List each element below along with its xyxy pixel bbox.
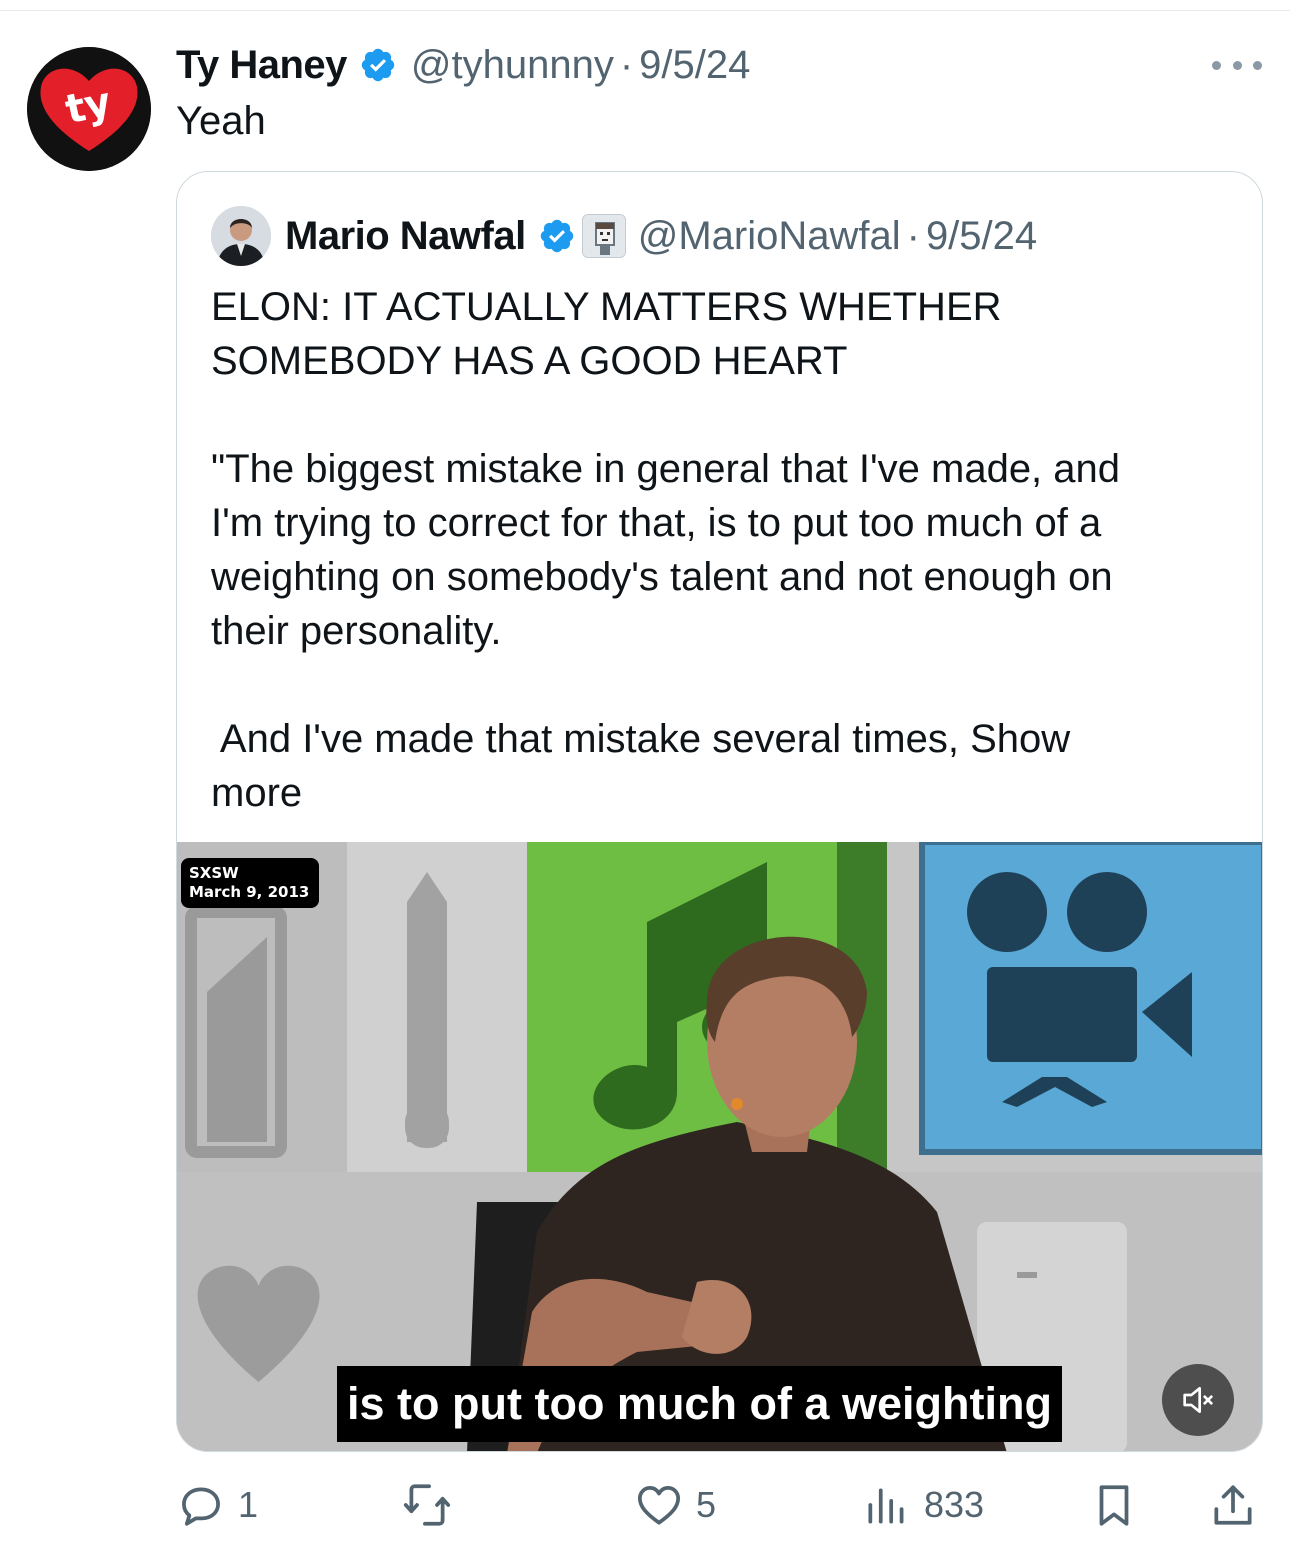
quote-line: "The biggest mistake in general that I'v…	[211, 447, 1121, 491]
views-chart-icon	[868, 1488, 904, 1524]
show-more-link[interactable]: Show	[970, 717, 1070, 761]
ty-logo-icon: ty	[27, 47, 151, 171]
person-avatar-icon	[211, 206, 271, 266]
reply-button[interactable]: 1	[176, 1470, 258, 1540]
view-count: 833	[924, 1484, 985, 1525]
bookmark-icon	[1099, 1485, 1129, 1526]
video-caption: is to put too much of a weighting	[337, 1366, 1062, 1442]
quoted-tweet-date[interactable]: 9/5/24	[926, 214, 1037, 259]
views-button[interactable]: 833	[862, 1470, 984, 1540]
quoted-tweet-card[interactable]: Mario Nawfal @MarioNawfal · 9/5/24 ELON:…	[176, 171, 1263, 1452]
more-dot-icon	[1212, 60, 1221, 70]
quoted-author-handle[interactable]: @MarioNawfal	[638, 214, 901, 259]
bookmark-button[interactable]	[1089, 1470, 1139, 1540]
mute-button[interactable]	[1162, 1364, 1234, 1436]
quoted-tweet-text: ELON: IT ACTUALLY MATTERS WHETHER SOMEBO…	[211, 280, 1231, 820]
quote-line: And I've made that mistake several times…	[211, 717, 959, 761]
share-button[interactable]	[1208, 1470, 1258, 1540]
quoted-tweet-header: Mario Nawfal @MarioNawfal · 9/5/24	[211, 206, 1037, 266]
tweet-date[interactable]: 9/5/24	[639, 43, 750, 88]
quote-line: weighting on somebody's talent and not e…	[211, 555, 1113, 599]
like-button[interactable]: 5	[634, 1470, 716, 1540]
more-dot-icon	[1253, 60, 1262, 70]
video-player[interactable]: SXSW March 9, 2013 is to put too much of…	[177, 842, 1262, 1451]
separator-dot: ·	[906, 213, 920, 258]
quote-line: I'm trying to correct for that, is to pu…	[211, 501, 1102, 545]
author-avatar[interactable]: ty	[27, 47, 151, 171]
tweet-action-bar: 1 5 833	[0, 1470, 1290, 1540]
headline-line: ELON: IT ACTUALLY MATTERS WHETHER	[211, 285, 1002, 329]
source-date: March 9, 2013	[189, 883, 310, 901]
more-options-button[interactable]	[1212, 50, 1262, 80]
headline-line: SOMEBODY HAS A GOOD HEART	[211, 339, 848, 383]
author-handle[interactable]: @tyhunnny	[411, 43, 614, 88]
like-count: 5	[696, 1484, 717, 1525]
source-name: SXSW	[189, 864, 239, 882]
repost-button[interactable]	[402, 1470, 464, 1540]
show-more-link[interactable]: more	[211, 771, 302, 815]
affiliate-badge-icon	[581, 214, 626, 258]
speaker-muted-icon	[1183, 1387, 1213, 1413]
tweet-text: Yeah	[176, 99, 266, 143]
more-dot-icon	[1232, 60, 1242, 70]
heart-icon	[637, 1486, 681, 1525]
quote-line: their personality.	[211, 609, 502, 653]
author-name[interactable]: Ty Haney	[176, 43, 347, 88]
share-icon	[1214, 1485, 1252, 1525]
verified-badge-icon	[361, 48, 395, 82]
separator-dot: ·	[619, 42, 634, 87]
quoted-author-avatar	[211, 206, 271, 266]
svg-text:ty: ty	[61, 79, 115, 133]
reply-icon	[182, 1487, 220, 1526]
quoted-author-name[interactable]: Mario Nawfal	[285, 214, 526, 259]
verified-badge-icon	[540, 219, 573, 253]
tweet-header: Ty Haney @tyhunnny · 9/5/24	[176, 40, 750, 90]
reply-count: 1	[238, 1484, 259, 1525]
video-frame	[177, 842, 1262, 1451]
repost-icon	[403, 1484, 451, 1526]
top-divider	[0, 10, 1290, 11]
video-source-tag: SXSW March 9, 2013	[181, 858, 320, 908]
